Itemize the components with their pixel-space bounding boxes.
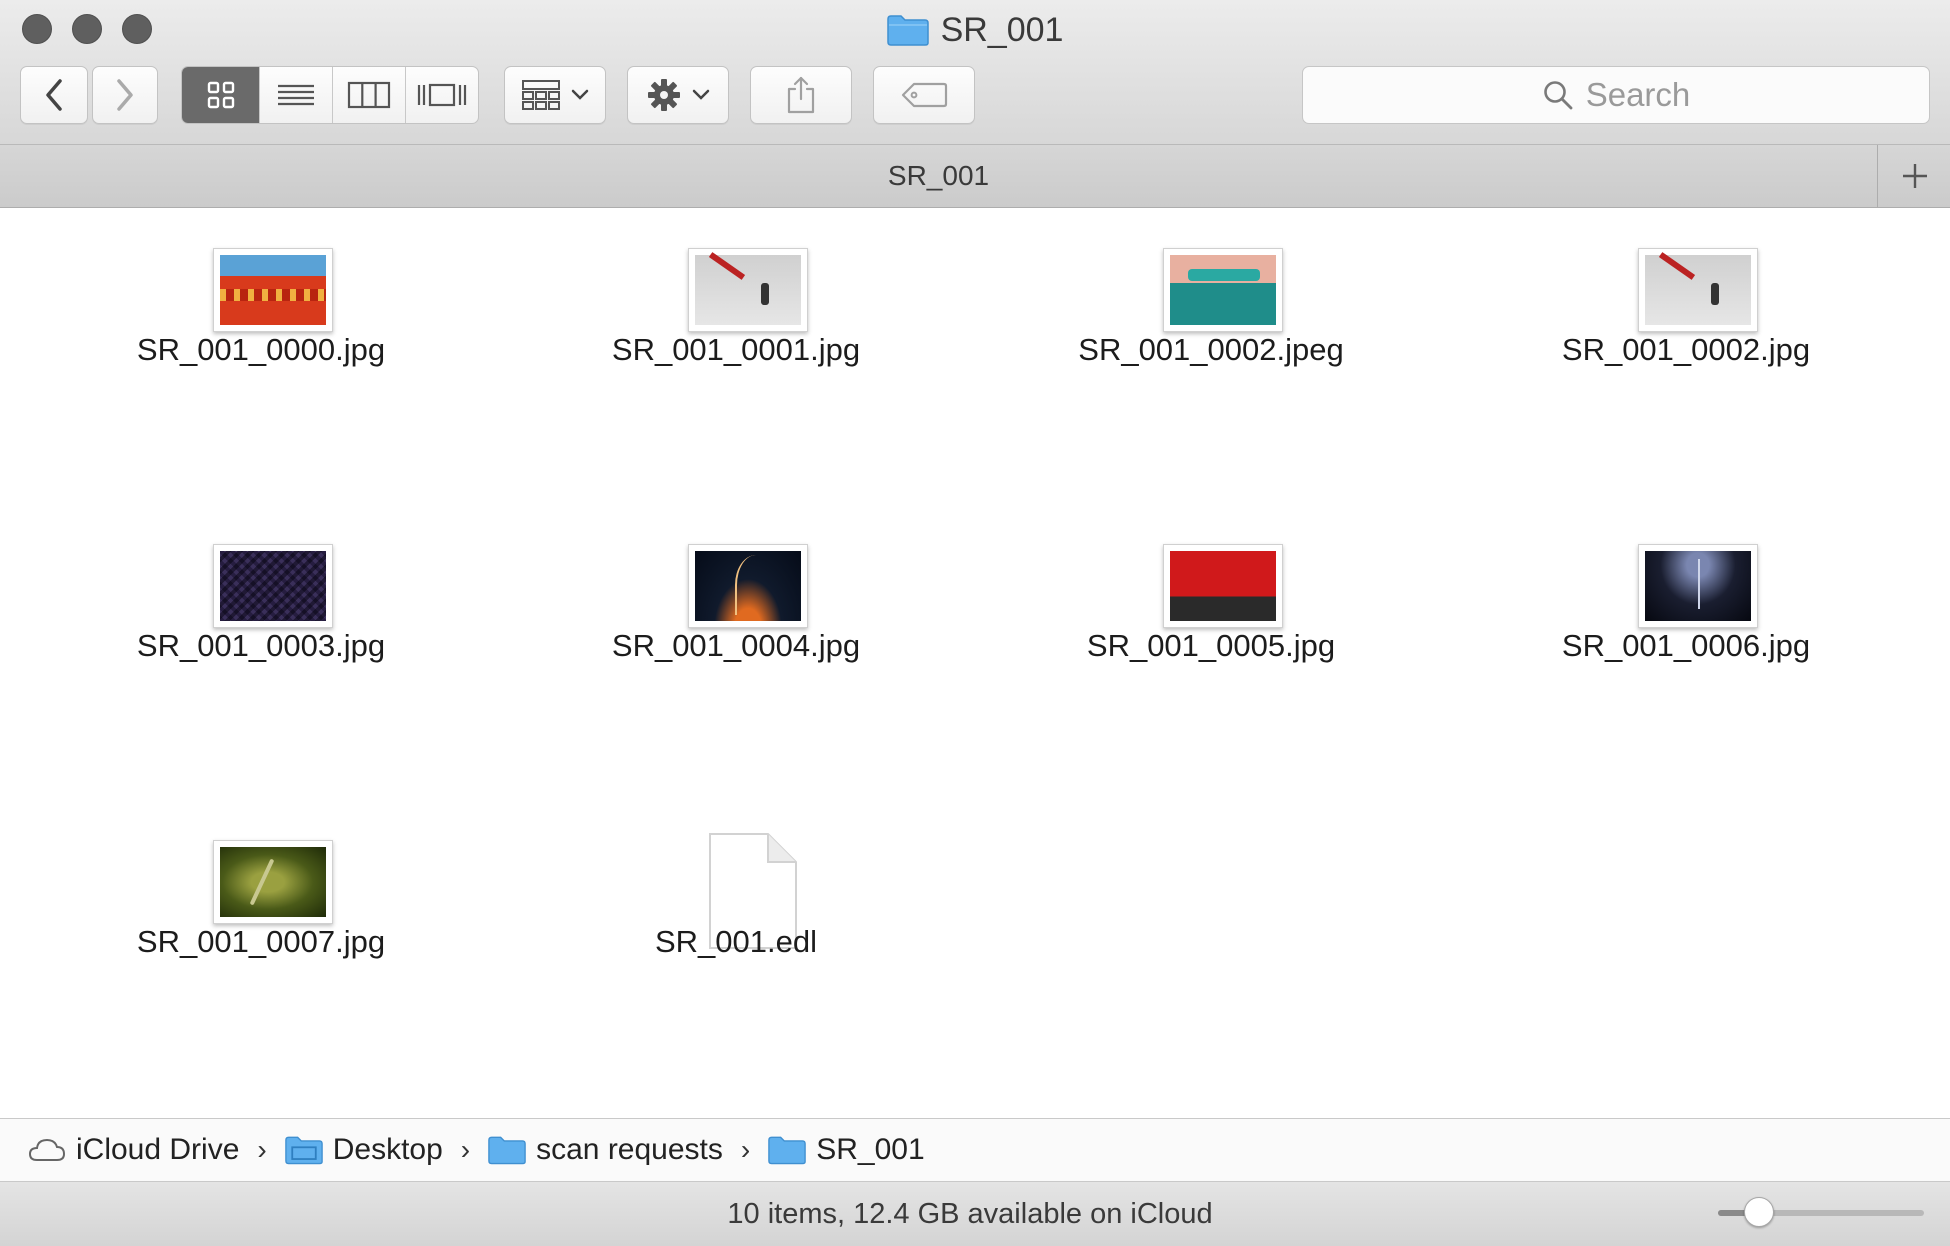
list-icon xyxy=(278,84,315,106)
titlebar: SR_001 Search xyxy=(0,0,1950,145)
arrange-button[interactable] xyxy=(504,66,606,124)
file-name: SR_001_0000.jpg xyxy=(136,332,386,367)
file-grid: SR_001_0000.jpg SR_001_0001.jpg SR_001_0… xyxy=(0,208,1950,1118)
column-view-button[interactable] xyxy=(333,67,406,123)
window-title-text: SR_001 xyxy=(940,10,1064,49)
path-item-label: Desktop xyxy=(332,1133,443,1166)
path-separator-icon: › xyxy=(257,1134,267,1165)
finder-window: SR_001 Search SR_001 SR_001_0000.jpg SR_… xyxy=(0,0,1950,1246)
search-field[interactable]: Search xyxy=(1302,66,1930,124)
file-item[interactable]: SR_001_0007.jpg xyxy=(61,800,461,1050)
file-name: SR_001.edl xyxy=(654,924,817,959)
file-item[interactable]: SR_001_0006.jpg xyxy=(1486,504,1886,754)
file-name: SR_001_0001.jpg xyxy=(611,332,861,367)
path-item-desktop[interactable]: Desktop xyxy=(284,1133,443,1167)
gear-icon xyxy=(648,79,680,111)
file-item[interactable]: SR_001_0002.jpeg xyxy=(1011,208,1411,458)
image-thumbnail xyxy=(1163,544,1283,628)
image-thumbnail xyxy=(688,544,808,628)
share-icon xyxy=(787,76,815,114)
path-item-sr-001[interactable]: SR_001 xyxy=(768,1133,925,1167)
status-bar: 10 items, 12.4 GB available on iCloud xyxy=(0,1182,1950,1246)
icon-size-slider-knob[interactable] xyxy=(1744,1197,1775,1227)
file-name: SR_001_0002.jpg xyxy=(1561,332,1811,367)
file-name: SR_001_0002.jpeg xyxy=(1078,332,1344,367)
icon-view-button[interactable] xyxy=(182,67,261,123)
path-item-scan-requests[interactable]: scan requests xyxy=(488,1133,723,1167)
image-thumbnail xyxy=(1638,544,1758,628)
cloud-icon xyxy=(28,1138,66,1161)
status-text: 10 items, 12.4 GB available on iCloud xyxy=(727,1197,1213,1230)
chevron-right-icon xyxy=(117,79,133,111)
file-name: SR_001_0006.jpg xyxy=(1561,628,1811,663)
search-icon xyxy=(1543,81,1573,110)
plus-icon xyxy=(1902,164,1927,188)
chevron-down-icon xyxy=(571,89,589,100)
grid-icon xyxy=(207,81,234,109)
path-item-label: scan requests xyxy=(536,1133,723,1166)
share-button[interactable] xyxy=(750,66,852,124)
cover-flow-view-button[interactable] xyxy=(406,67,479,123)
file-name: SR_001_0004.jpg xyxy=(611,628,861,663)
list-view-button[interactable] xyxy=(260,67,333,123)
path-item-label: SR_001 xyxy=(816,1133,925,1166)
chevron-left-icon xyxy=(46,79,62,111)
tab-sr-001[interactable]: SR_001 xyxy=(0,145,1878,207)
tag-icon xyxy=(901,82,948,108)
file-item[interactable]: SR_001_0004.jpg xyxy=(536,504,936,754)
image-thumbnail xyxy=(688,248,808,332)
image-thumbnail xyxy=(213,248,333,332)
view-mode-control xyxy=(181,66,479,124)
window-title: SR_001 xyxy=(0,6,1950,54)
image-thumbnail xyxy=(213,840,333,924)
forward-button[interactable] xyxy=(92,66,158,124)
file-item[interactable]: SR_001_0005.jpg xyxy=(1011,504,1411,754)
file-item[interactable]: SR_001_0001.jpg xyxy=(536,208,936,458)
new-tab-button[interactable] xyxy=(1879,145,1950,207)
file-name: SR_001_0005.jpg xyxy=(1086,628,1336,663)
file-item[interactable]: SR_001_0000.jpg xyxy=(61,208,461,458)
tab-bar: SR_001 xyxy=(0,145,1950,208)
chevron-down-icon xyxy=(692,89,710,100)
folder-icon xyxy=(284,1136,323,1165)
action-button[interactable] xyxy=(627,66,729,124)
path-item-icloud-drive[interactable]: iCloud Drive xyxy=(28,1133,239,1167)
file-name: SR_001_0003.jpg xyxy=(136,628,386,663)
path-item-label: iCloud Drive xyxy=(76,1133,240,1166)
tag-button[interactable] xyxy=(873,66,975,124)
arrange-grid-icon xyxy=(522,80,560,110)
path-separator-icon: › xyxy=(740,1134,751,1165)
search-placeholder: Search xyxy=(1585,76,1691,113)
image-thumbnail xyxy=(213,544,333,628)
path-bar: iCloud Drive › Desktop › scan requests ›… xyxy=(0,1118,1950,1182)
file-name: SR_001_0007.jpg xyxy=(136,924,386,959)
image-thumbnail xyxy=(1163,248,1283,332)
file-item[interactable]: SR_001_0003.jpg xyxy=(61,504,461,754)
back-button[interactable] xyxy=(20,66,88,124)
folder-icon xyxy=(488,1136,526,1165)
columns-icon xyxy=(347,81,390,109)
file-item[interactable]: SR_001_0002.jpg xyxy=(1486,208,1886,458)
path-separator-icon: › xyxy=(460,1134,471,1165)
image-thumbnail xyxy=(1638,248,1758,332)
file-item[interactable]: SR_001.edl xyxy=(536,800,936,1050)
cover-flow-icon xyxy=(417,83,466,107)
folder-icon xyxy=(768,1136,806,1165)
folder-icon xyxy=(886,14,929,46)
